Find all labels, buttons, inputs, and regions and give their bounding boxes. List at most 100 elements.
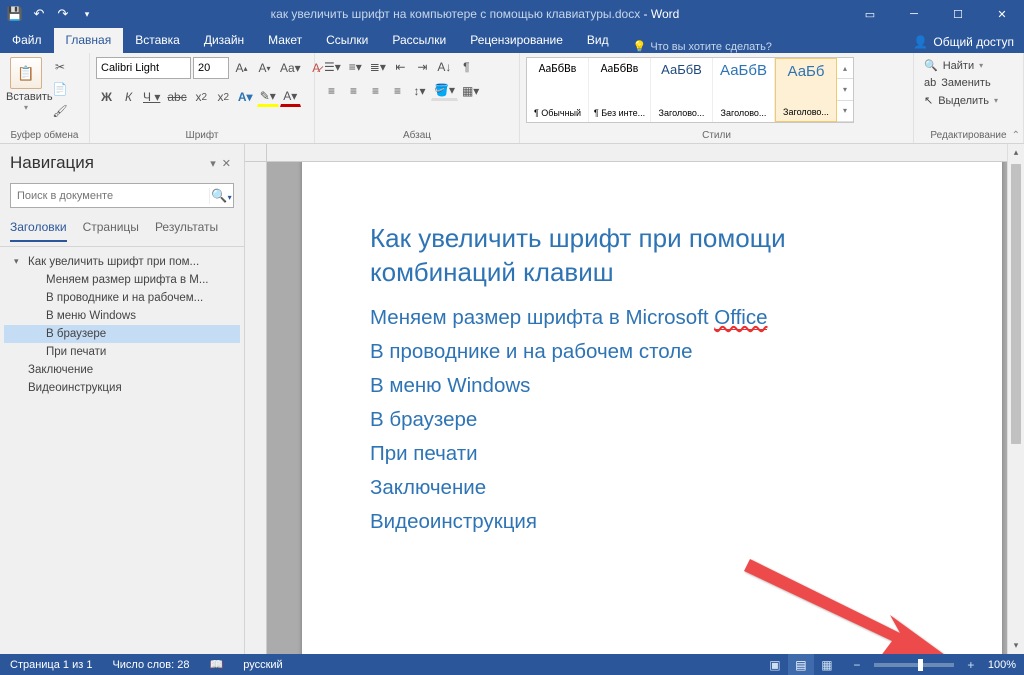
styles-gallery[interactable]: АаБбВв¶ ОбычныйАаБбВв¶ Без инте...АаБбВЗ… [526, 57, 854, 123]
justify-icon[interactable]: ≡ [387, 81, 408, 101]
nav-tab-headings[interactable]: Заголовки [10, 216, 67, 242]
doc-heading-2[interactable]: Заключение [370, 476, 942, 500]
nav-tab-results[interactable]: Результаты [155, 216, 218, 242]
nav-search[interactable]: 🔍▾ [10, 183, 234, 208]
page[interactable]: Как увеличить шрифт при помощикомбинаций… [302, 162, 1002, 654]
font-color-icon[interactable]: A▾ [280, 87, 301, 107]
shrink-font-icon[interactable]: A▾ [254, 58, 275, 78]
cut-icon[interactable]: ✂ [50, 57, 70, 77]
tab-insert[interactable]: Вставка [123, 28, 192, 53]
scroll-up-icon[interactable]: ▴ [1008, 144, 1024, 161]
tab-view[interactable]: Вид [575, 28, 621, 53]
save-icon[interactable]: 💾 [4, 3, 26, 25]
nav-tab-pages[interactable]: Страницы [83, 216, 139, 242]
zoom-percent[interactable]: 100% [988, 659, 1016, 671]
decrease-indent-icon[interactable]: ⇤ [390, 57, 411, 77]
style-item[interactable]: АаБбВв¶ Без инте... [589, 58, 651, 122]
redo-icon[interactable]: ↷ [52, 3, 74, 25]
change-case-icon[interactable]: Aa▾ [277, 58, 304, 78]
minimize-icon[interactable]: ─ [892, 0, 936, 28]
zoom-thumb[interactable] [918, 659, 923, 671]
nav-search-input[interactable] [11, 190, 209, 202]
nav-heading-item[interactable]: В браузере [4, 325, 240, 343]
status-language[interactable]: русский [233, 659, 292, 671]
underline-button[interactable]: Ч ▾ [140, 87, 163, 107]
view-web-icon[interactable]: ▦ [814, 654, 840, 675]
document-canvas[interactable]: Как увеличить шрифт при помощикомбинаций… [267, 162, 1007, 654]
increase-indent-icon[interactable]: ⇥ [412, 57, 433, 77]
view-print-icon[interactable]: ▤ [788, 654, 814, 675]
nav-heading-item[interactable]: В проводнике и на рабочем... [4, 289, 240, 307]
paste-button[interactable]: 📋 Вставить ▾ [6, 57, 46, 112]
multilevel-icon[interactable]: ≣▾ [367, 57, 389, 77]
italic-button[interactable]: К [118, 87, 139, 107]
bold-button[interactable]: Ж [96, 87, 117, 107]
search-icon[interactable]: 🔍▾ [209, 188, 233, 204]
doc-heading-2[interactable]: Видеоинструкция [370, 510, 942, 534]
superscript-icon[interactable]: x2 [213, 87, 234, 107]
zoom-out-icon[interactable]: − [844, 654, 870, 675]
doc-heading-1[interactable]: Как увеличить шрифт при помощикомбинаций… [370, 222, 942, 290]
nav-close-icon[interactable]: ✕ [219, 157, 234, 170]
vertical-scrollbar[interactable]: ▴ ▾ [1007, 144, 1024, 654]
subscript-icon[interactable]: x2 [191, 87, 212, 107]
status-proofing-icon[interactable]: 📖 [200, 658, 234, 671]
zoom-slider[interactable] [874, 663, 954, 667]
chevron-down-icon[interactable]: ▾ [14, 256, 19, 267]
ribbon-options-icon[interactable]: ▭ [848, 0, 892, 28]
collapse-ribbon-icon[interactable]: ⌃ [1012, 130, 1020, 141]
select-button[interactable]: ↖Выделить ▾ [920, 92, 1002, 109]
borders-icon[interactable]: ▦▾ [459, 81, 482, 101]
pilcrow-icon[interactable]: ¶ [456, 57, 477, 77]
replace-button[interactable]: abЗаменить [920, 75, 995, 91]
find-button[interactable]: 🔍Найти ▾ [920, 57, 987, 74]
font-name-input[interactable] [96, 57, 191, 79]
tab-layout[interactable]: Макет [256, 28, 314, 53]
tab-file[interactable]: Файл [0, 28, 54, 53]
style-more-icon[interactable]: ▾ [837, 101, 853, 122]
highlight-icon[interactable]: ✎▾ [257, 87, 279, 107]
status-page[interactable]: Страница 1 из 1 [0, 659, 102, 671]
text-effects-icon[interactable]: A▾ [235, 87, 256, 107]
nav-heading-item[interactable]: При печати [4, 343, 240, 361]
zoom-in-icon[interactable]: + [958, 654, 984, 675]
line-spacing-icon[interactable]: ↕▾ [409, 81, 430, 101]
align-center-icon[interactable]: ≡ [343, 81, 364, 101]
align-left-icon[interactable]: ≡ [321, 81, 342, 101]
nav-heading-item[interactable]: В меню Windows [4, 307, 240, 325]
style-scroll-up-icon[interactable]: ▴ [837, 58, 853, 79]
scroll-thumb[interactable] [1011, 164, 1021, 444]
doc-heading-2[interactable]: В проводнике и на рабочем столе [370, 340, 942, 364]
view-read-icon[interactable]: ▣ [762, 654, 788, 675]
horizontal-ruler[interactable] [267, 144, 1007, 162]
style-item[interactable]: АаБбВЗаголово... [651, 58, 713, 122]
scroll-down-icon[interactable]: ▾ [1008, 637, 1024, 654]
style-item[interactable]: АаБбВЗаголово... [713, 58, 775, 122]
strike-button[interactable]: abc [164, 87, 189, 107]
align-right-icon[interactable]: ≡ [365, 81, 386, 101]
tab-references[interactable]: Ссылки [314, 28, 380, 53]
nav-heading-item[interactable]: ▾Как увеличить шрифт при пом... [4, 253, 240, 271]
numbering-icon[interactable]: ≡▾ [345, 57, 366, 77]
undo-icon[interactable]: ↶ [28, 3, 50, 25]
doc-heading-2[interactable]: В браузере [370, 408, 942, 432]
close-icon[interactable]: ✕ [980, 0, 1024, 28]
bullets-icon[interactable]: ☰▾ [321, 57, 344, 77]
nav-heading-item[interactable]: Меняем размер шрифта в М... [4, 271, 240, 289]
tab-review[interactable]: Рецензирование [458, 28, 575, 53]
nav-heading-item[interactable]: Видеоинструкция [4, 379, 240, 397]
grow-font-icon[interactable]: A▴ [231, 58, 252, 78]
qat-dropdown-icon[interactable]: ▾ [76, 3, 98, 25]
share-button[interactable]: 👤 Общий доступ [903, 31, 1024, 53]
nav-heading-item[interactable]: Заключение [4, 361, 240, 379]
tab-home[interactable]: Главная [54, 28, 124, 53]
tab-mailings[interactable]: Рассылки [380, 28, 458, 53]
maximize-icon[interactable]: ☐ [936, 0, 980, 28]
vertical-ruler[interactable] [245, 162, 267, 654]
sort-icon[interactable]: A↓ [434, 57, 455, 77]
style-scroll-down-icon[interactable]: ▾ [837, 79, 853, 100]
style-item[interactable]: АаБбВв¶ Обычный [527, 58, 589, 122]
status-words[interactable]: Число слов: 28 [102, 659, 199, 671]
nav-menu-icon[interactable]: ▾ [207, 157, 219, 170]
shading-icon[interactable]: 🪣▾ [431, 81, 458, 101]
